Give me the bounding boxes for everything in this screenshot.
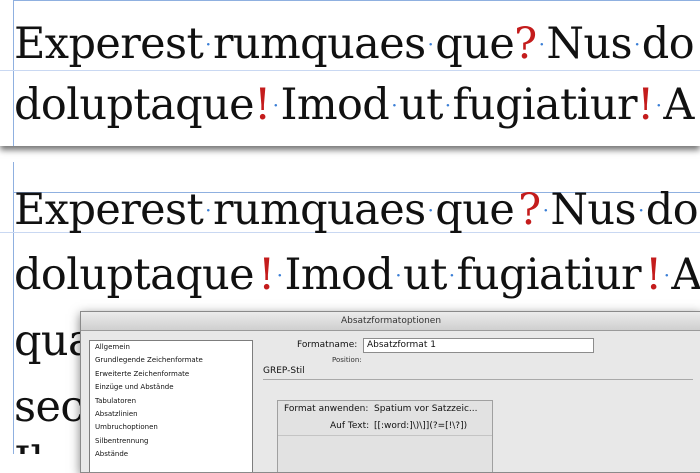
word: fugiatiur: [452, 80, 638, 130]
space-marker-icon: ·: [427, 198, 434, 222]
text-line-2: doluptaque! ·Imod ·ut ·fugiatiur! ·A: [14, 254, 700, 297]
format-name-label: Formatname:: [297, 340, 358, 350]
category-item[interactable]: Abstände: [90, 448, 252, 461]
category-item[interactable]: Silbentrennung: [90, 435, 252, 448]
exclamation-mark: !: [644, 250, 662, 300]
frame-edge-top: [13, 0, 700, 1]
space-marker-icon: ·: [444, 93, 451, 117]
word: que: [435, 185, 515, 235]
category-item[interactable]: Allgemein: [90, 341, 252, 354]
word: Imod: [284, 250, 394, 300]
text-line-1: Experest ·rumquaes ·que? ·Nus ·do: [14, 189, 699, 232]
position-label: Position:: [332, 356, 362, 364]
word: Nus: [546, 19, 632, 69]
word: Experest: [14, 185, 204, 235]
word: rumquaes: [212, 185, 426, 235]
word: do: [641, 19, 695, 69]
text-line-4: sec: [14, 386, 84, 429]
word-fragment: Ik: [14, 438, 56, 455]
word: Imod: [280, 80, 390, 130]
row-divider: [278, 435, 492, 436]
space-marker-icon: ·: [272, 93, 279, 117]
space-marker-icon: ·: [205, 198, 211, 222]
word: A: [671, 250, 700, 300]
space-marker-icon: ·: [427, 32, 434, 56]
category-item[interactable]: Einzüge und Abstände: [90, 381, 252, 394]
section-title: GREP-Stil: [263, 366, 305, 376]
category-item[interactable]: Erweiterte Zeichenformate: [90, 368, 252, 381]
space-marker-icon: ·: [448, 263, 455, 287]
word: Experest: [14, 19, 204, 69]
word: doluptaque: [14, 250, 255, 300]
question-mark: ?: [514, 19, 537, 69]
space-marker-icon: ·: [538, 32, 545, 56]
baseline-guide: [0, 70, 700, 71]
exclamation-mark: !: [253, 80, 271, 130]
to-text-label: Auf Text:: [330, 421, 370, 431]
space-marker-icon: ·: [391, 93, 397, 117]
paragraph-style-options-dialog: Absatzformatoptionen Allgemein Grundlege…: [80, 311, 700, 473]
word: que: [435, 19, 515, 69]
word: A: [663, 80, 694, 130]
space-marker-icon: ·: [655, 93, 662, 117]
space-marker-icon: ·: [542, 198, 549, 222]
section-divider: [263, 379, 693, 380]
question-mark: ?: [518, 185, 541, 235]
grep-style-list[interactable]: Format anwenden: Spatium vor Satzzeic...…: [277, 400, 493, 472]
dialog-title[interactable]: Absatzformatoptionen: [81, 312, 700, 331]
category-item[interactable]: Grundlegende Zeichenformate: [90, 354, 252, 367]
category-item[interactable]: Umbruchoptionen: [90, 421, 252, 434]
word: do: [645, 185, 699, 235]
word: rumquaes: [212, 19, 426, 69]
word: doluptaque: [14, 80, 255, 130]
category-item[interactable]: Absatzlinien: [90, 408, 252, 421]
word: ut: [398, 80, 443, 130]
category-list[interactable]: Allgemein Grundlegende Zeichenformate Er…: [89, 340, 253, 472]
apply-format-label: Format anwenden:: [284, 404, 369, 414]
format-name-input[interactable]: Absatzformat 1: [363, 338, 594, 353]
apply-format-value[interactable]: Spatium vor Satzzeic...: [374, 404, 477, 414]
exclamation-mark: !: [636, 80, 654, 130]
text-line-5: Ik: [14, 442, 56, 455]
word-fragment: sec: [14, 382, 84, 432]
space-marker-icon: ·: [276, 263, 283, 287]
word: Nus: [550, 185, 636, 235]
text-line-1: Experest ·rumquaes ·que? ·Nus ·do: [14, 23, 695, 66]
text-line-2: doluptaque! ·Imod ·ut ·fugiatiur! ·A: [14, 84, 694, 127]
exclamation-mark: !: [257, 250, 275, 300]
category-item[interactable]: Tabulatoren: [90, 395, 252, 408]
space-marker-icon: ·: [638, 198, 644, 222]
space-marker-icon: ·: [395, 263, 401, 287]
text-frame-top[interactable]: Experest ·rumquaes ·que? ·Nus ·do doluptaque…: [0, 0, 700, 146]
word: ut: [402, 250, 447, 300]
word: fugiatiur: [456, 250, 642, 300]
space-marker-icon: ·: [205, 32, 211, 56]
to-text-value[interactable]: [[:word:]\)\]](?=[!\?]): [374, 421, 467, 431]
space-marker-icon: ·: [634, 32, 640, 56]
space-marker-icon: ·: [663, 263, 670, 287]
